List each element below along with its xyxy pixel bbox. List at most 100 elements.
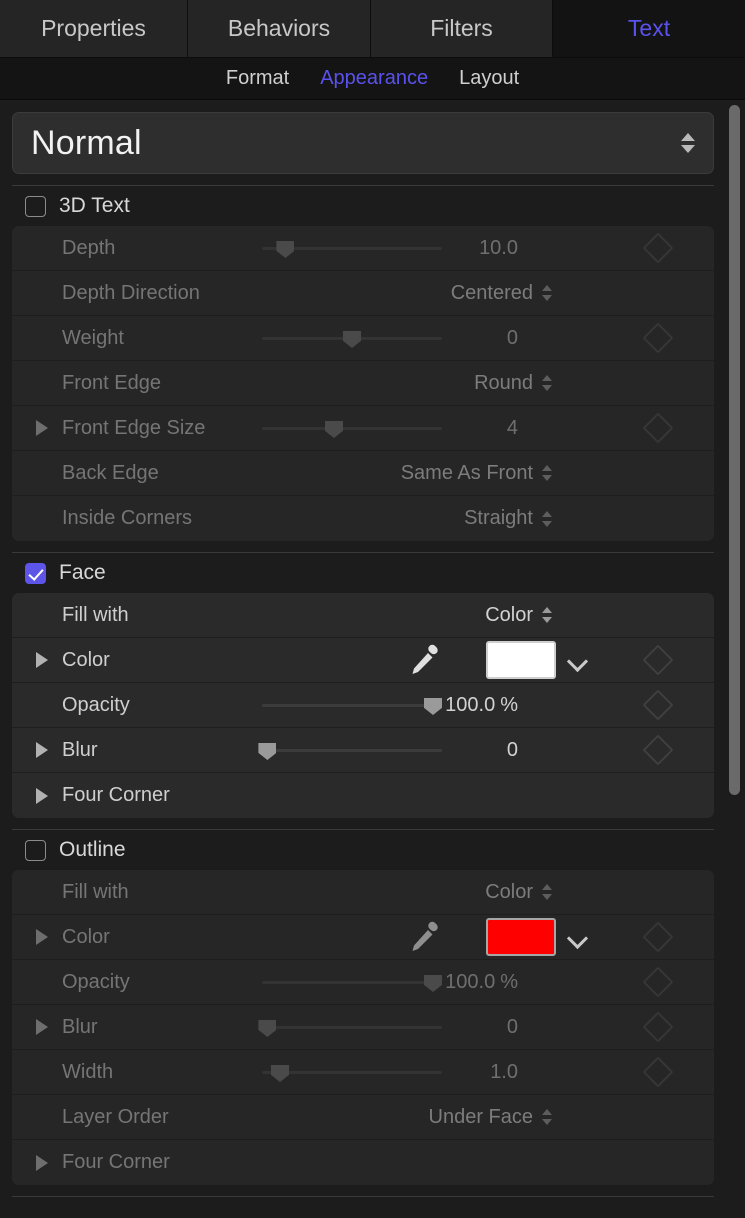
- section-separator-end: [12, 1196, 714, 1197]
- keyframe-button-blur[interactable]: [642, 734, 673, 765]
- value-unit-opacity: %: [500, 694, 518, 716]
- subtab-layout[interactable]: Layout: [459, 67, 519, 90]
- checkbox-outline[interactable]: [25, 840, 46, 861]
- value-field-blur[interactable]: 0: [507, 1016, 518, 1039]
- keyframe-button-depth[interactable]: [642, 232, 673, 263]
- slider-front-edge-size[interactable]: [262, 418, 442, 438]
- checkbox-three-d-text[interactable]: [25, 196, 46, 217]
- tab-filters-label: Filters: [430, 15, 493, 42]
- slider-thumb[interactable]: [276, 241, 294, 258]
- slider-blur[interactable]: [262, 740, 442, 760]
- slider-thumb[interactable]: [325, 421, 343, 438]
- stepper-arrows-icon: [542, 607, 552, 623]
- disclosure-triangle-icon[interactable]: [36, 1155, 62, 1171]
- chevron-down-icon[interactable]: [568, 654, 588, 666]
- subtab-appearance[interactable]: Appearance: [320, 67, 428, 90]
- disclosure-spacer: [36, 1109, 62, 1125]
- popup-depth-direction[interactable]: Centered: [451, 282, 552, 305]
- slider-thumb[interactable]: [424, 975, 442, 992]
- popup-inside-corners[interactable]: Straight: [464, 507, 552, 530]
- stepper-arrows-icon: [542, 884, 552, 900]
- disclosure-spacer: [36, 974, 62, 990]
- popup-front-edge[interactable]: Round: [474, 372, 552, 395]
- slider-track: [262, 749, 442, 752]
- row-label-inside-corners: Inside Corners: [62, 507, 192, 530]
- slider-opacity[interactable]: [262, 695, 442, 715]
- row-label-blur: Blur: [62, 739, 98, 762]
- keyframe-button-weight[interactable]: [642, 322, 673, 353]
- disclosure-triangle-icon[interactable]: [36, 420, 62, 436]
- disclosure-spacer: [36, 465, 62, 481]
- keyframe-button-width[interactable]: [642, 1056, 673, 1087]
- row-outline-four-corner: Four Corner: [12, 1140, 714, 1185]
- popup-fill-with[interactable]: Color: [485, 604, 552, 627]
- value-number-front-edge-size: 4: [507, 417, 518, 439]
- slider-opacity[interactable]: [262, 972, 442, 992]
- popup-value-front-edge: Round: [474, 372, 533, 395]
- disclosure-triangle-icon[interactable]: [36, 742, 62, 758]
- popup-layer-order[interactable]: Under Face: [429, 1106, 553, 1129]
- inspector-tab-bar: Properties Behaviors Filters Text: [0, 0, 745, 58]
- slider-depth[interactable]: [262, 238, 442, 258]
- row-three-d-text-depth: Depth10.0: [12, 226, 714, 271]
- value-field-opacity[interactable]: 100.0%: [445, 971, 518, 994]
- row-label-blur: Blur: [62, 1016, 98, 1039]
- value-field-blur[interactable]: 0: [507, 739, 518, 762]
- slider-weight[interactable]: [262, 328, 442, 348]
- slider-blur[interactable]: [262, 1017, 442, 1037]
- slider-width[interactable]: [262, 1062, 442, 1082]
- row-label-four-corner: Four Corner: [62, 784, 170, 807]
- vertical-scrollbar[interactable]: [729, 105, 740, 795]
- row-face-blur: Blur 0: [12, 728, 714, 773]
- tab-behaviors[interactable]: Behaviors: [188, 0, 371, 57]
- popup-back-edge[interactable]: Same As Front: [401, 462, 552, 485]
- row-label-color: Color: [62, 926, 110, 949]
- slider-thumb[interactable]: [343, 331, 361, 348]
- popup-fill-with[interactable]: Color: [485, 881, 552, 904]
- tab-properties[interactable]: Properties: [0, 0, 188, 57]
- value-field-opacity[interactable]: 100.0%: [445, 694, 518, 717]
- checkbox-face[interactable]: [25, 563, 46, 584]
- keyframe-button-color[interactable]: [642, 644, 673, 675]
- disclosure-spacer: [36, 511, 62, 527]
- disclosure-triangle-icon[interactable]: [36, 652, 62, 668]
- slider-thumb[interactable]: [258, 1020, 276, 1037]
- keyframe-button-blur[interactable]: [642, 1011, 673, 1042]
- slider-thumb[interactable]: [258, 743, 276, 760]
- tab-filters[interactable]: Filters: [371, 0, 553, 57]
- disclosure-triangle-icon[interactable]: [36, 788, 62, 804]
- text-style-preset-popup[interactable]: Normal: [12, 112, 714, 174]
- value-number-depth: 10.0: [479, 237, 518, 259]
- disclosure-triangle-icon[interactable]: [36, 929, 62, 945]
- value-field-weight[interactable]: 0: [507, 327, 518, 350]
- subtab-format[interactable]: Format: [226, 67, 289, 90]
- value-field-width[interactable]: 1.0: [490, 1061, 518, 1084]
- stepper-arrows-icon: [542, 465, 552, 481]
- popup-value-fill-with: Color: [485, 604, 533, 627]
- slider-track: [262, 427, 442, 430]
- tab-behaviors-label: Behaviors: [228, 15, 330, 42]
- eyedropper-icon[interactable]: [408, 644, 442, 676]
- popup-value-layer-order: Under Face: [429, 1106, 534, 1129]
- keyframe-button-opacity[interactable]: [642, 689, 673, 720]
- disclosure-spacer: [36, 240, 62, 256]
- disclosure-spacer: [36, 697, 62, 713]
- keyframe-button-front-edge-size[interactable]: [642, 412, 673, 443]
- value-field-depth[interactable]: 10.0: [479, 237, 518, 260]
- value-field-front-edge-size[interactable]: 4: [507, 417, 518, 440]
- slider-thumb[interactable]: [424, 698, 442, 715]
- row-label-front-edge-size: Front Edge Size: [62, 417, 205, 440]
- chevron-down-icon[interactable]: [568, 931, 588, 943]
- color-swatch-face[interactable]: [486, 641, 556, 679]
- slider-track: [262, 704, 442, 707]
- disclosure-triangle-icon[interactable]: [36, 1019, 62, 1035]
- keyframe-button-color[interactable]: [642, 921, 673, 952]
- disclosure-spacer: [36, 285, 62, 301]
- eyedropper-icon[interactable]: [408, 921, 442, 953]
- row-three-d-text-front-edge-size: Front Edge Size 4: [12, 406, 714, 451]
- slider-thumb[interactable]: [271, 1065, 289, 1082]
- tab-text[interactable]: Text: [553, 0, 745, 57]
- row-group-outline: Fill withColorColorOpacity100.0%Blur0Wid…: [12, 870, 714, 1185]
- keyframe-button-opacity[interactable]: [642, 966, 673, 997]
- color-swatch-outline[interactable]: [486, 918, 556, 956]
